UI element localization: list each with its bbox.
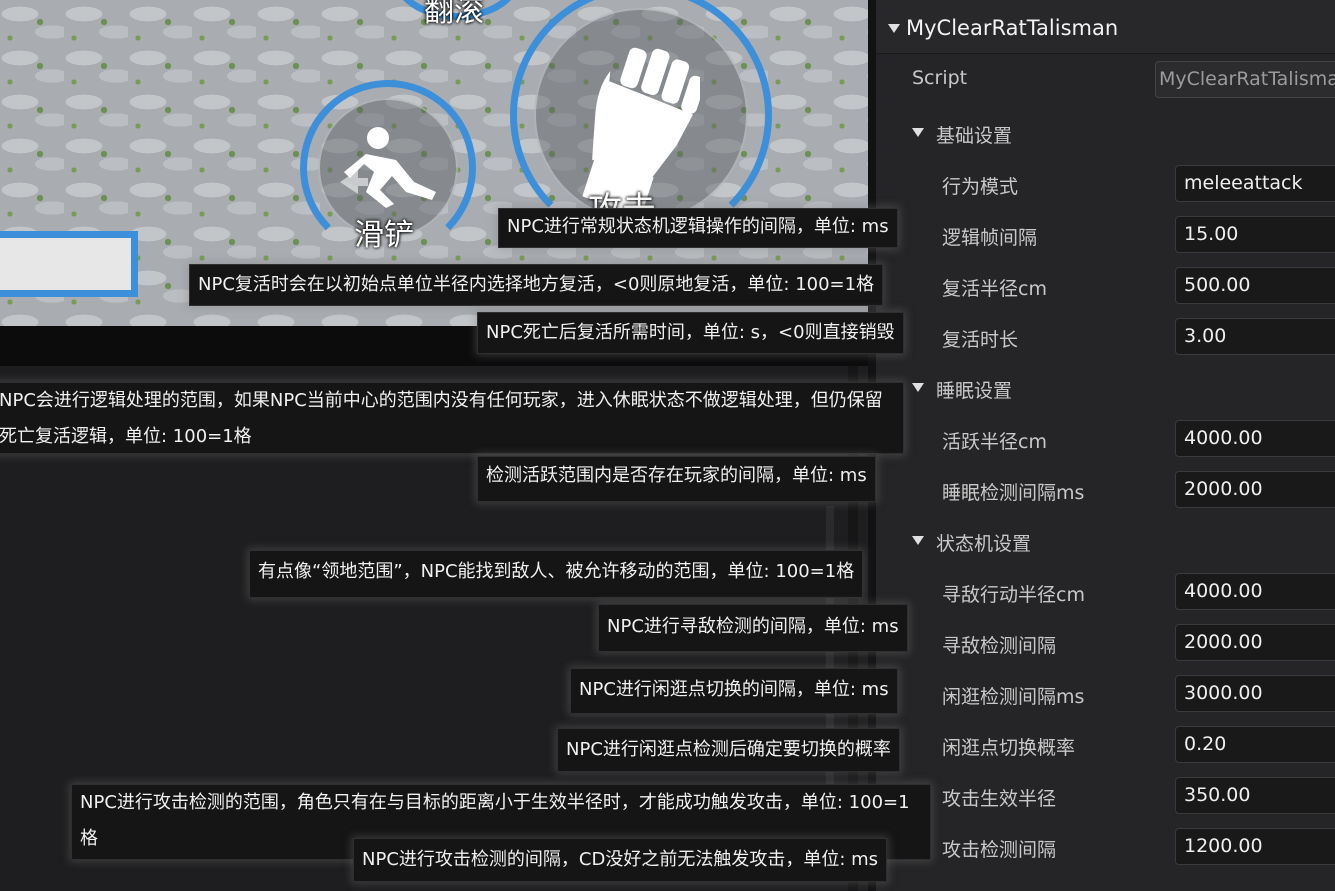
sleep-interval-field[interactable]: 2000.00 [1175,471,1335,508]
component-title: MyClearRatTalisman [906,16,1119,40]
component-header[interactable]: MyClearRatTalisman [876,0,1335,54]
script-field[interactable]: MyClearRatTalisman [1155,61,1335,98]
collapse-triangle-icon[interactable] [912,128,924,137]
inspector-panel: MyClearRatTalisman Script MyClearRatTali… [868,0,1335,891]
tooltip-seek-radius: 有点像“领地范围”，NPC能找到敌人、被允许移动的范围，单位: 100=1格 [249,550,864,598]
prop-label: 攻击检测间隔 [942,839,1057,861]
revive-radius-field[interactable]: 500.00 [1175,267,1335,304]
attack-radius-field[interactable]: 350.00 [1175,777,1335,814]
tooltip-attack-interval: NPC进行攻击检测的间隔，CD没好之前无法触发攻击，单位: ms [353,838,888,882]
skill-roll-label: 翻滚 [424,0,484,29]
script-label: Script [912,67,968,89]
prop-label: 复活半径cm [942,278,1047,300]
tooltip-active-radius: NPC会进行逻辑处理的范围，如果NPC当前中心的范围内没有任何玩家，进入休眠状态… [0,382,904,454]
seek-radius-field[interactable]: 4000.00 [1175,573,1335,610]
prop-label: 活跃半径cm [942,431,1047,453]
tooltip-sleep-interval: 检测活跃范围内是否存在玩家的间隔，单位: ms [477,456,876,502]
prop-label: 闲逛检测间隔ms [942,686,1085,708]
prop-label: 寻敌行动半径cm [942,584,1085,606]
tooltip-seek-interval: NPC进行寻敌检测的间隔，单位: ms [598,604,908,652]
attack-interval-field[interactable]: 1200.00 [1175,828,1335,865]
active-radius-field[interactable]: 4000.00 [1175,420,1335,457]
prop-label: 复活时长 [942,329,1019,351]
logic-interval-field[interactable]: 15.00 [1175,216,1335,253]
section-sleep-title: 睡眠设置 [936,380,1013,402]
prop-label: 逻辑帧间隔 [942,227,1038,249]
prop-label: 睡眠检测间隔ms [942,482,1085,504]
skill-slide-label: 滑铲 [354,218,414,253]
seek-interval-field[interactable]: 2000.00 [1175,624,1335,661]
tooltip-logic-interval: NPC进行常规状态机逻辑操作的间隔，单位: ms [498,208,898,248]
tooltip-revive-radius: NPC复活时会在以初始点单位半径内选择地方复活，<0则原地复活，单位: 100=… [189,264,884,306]
tooltip-wander-prob: NPC进行闲逛点检测后确定要切换的概率 [557,728,900,772]
prop-label: 闲逛点切换概率 [942,737,1076,759]
joystick-area[interactable] [0,231,138,297]
section-fsm-title: 状态机设置 [936,533,1032,555]
collapse-triangle-icon[interactable] [912,536,924,545]
revive-time-field[interactable]: 3.00 [1175,318,1335,355]
prop-label: 寻敌检测间隔 [942,635,1057,657]
behavior-mode-field[interactable]: meleeattack [1175,165,1335,202]
prop-label: 攻击生效半径 [942,788,1057,810]
wander-prob-field[interactable]: 0.20 [1175,726,1335,763]
slide-runner-icon [340,127,436,208]
tooltip-wander-interval: NPC进行闲逛点切换的间隔，单位: ms [570,668,898,714]
tooltip-revive-time: NPC死亡后复活所需时间，单位: s，<0则直接销毁 [477,312,904,354]
wander-interval-field[interactable]: 3000.00 [1175,675,1335,712]
collapse-triangle-icon[interactable] [912,383,924,392]
section-basic-title: 基础设置 [936,125,1013,147]
prop-label: 行为模式 [942,176,1019,198]
collapse-triangle-icon[interactable] [888,24,900,33]
